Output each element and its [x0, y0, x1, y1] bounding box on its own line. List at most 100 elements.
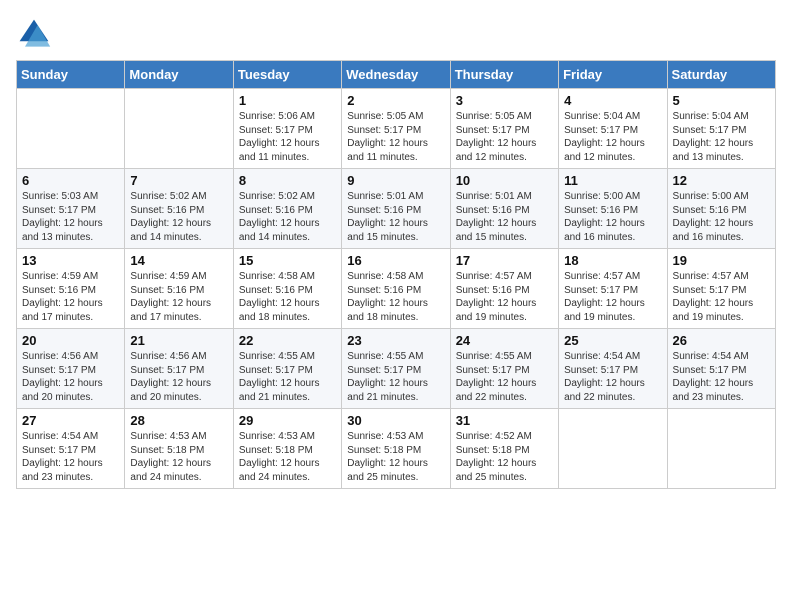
calendar-cell	[17, 89, 125, 169]
day-number: 20	[22, 333, 119, 348]
calendar-cell: 17 Sunrise: 4:57 AM Sunset: 5:16 PM Dayli…	[450, 249, 558, 329]
day-number: 2	[347, 93, 444, 108]
calendar-cell: 6 Sunrise: 5:03 AM Sunset: 5:17 PM Daylig…	[17, 169, 125, 249]
calendar-cell: 18 Sunrise: 4:57 AM Sunset: 5:17 PM Dayli…	[559, 249, 667, 329]
day-number: 17	[456, 253, 553, 268]
calendar-cell: 30 Sunrise: 4:53 AM Sunset: 5:18 PM Dayli…	[342, 409, 450, 489]
day-info: Sunrise: 4:52 AM Sunset: 5:18 PM Dayligh…	[456, 430, 553, 484]
calendar-cell: 8 Sunrise: 5:02 AM Sunset: 5:16 PM Daylig…	[233, 169, 341, 249]
calendar-cell: 26 Sunrise: 4:54 AM Sunset: 5:17 PM Dayli…	[667, 329, 775, 409]
calendar-cell: 9 Sunrise: 5:01 AM Sunset: 5:16 PM Daylig…	[342, 169, 450, 249]
weekday-header-monday: Monday	[125, 61, 233, 89]
day-number: 31	[456, 413, 553, 428]
calendar-cell: 3Sunrise: 5:05 AM Sunset: 5:17 PM Daylig…	[450, 89, 558, 169]
day-info: Sunrise: 4:56 AM Sunset: 5:17 PM Dayligh…	[130, 350, 227, 404]
day-info: Sunrise: 4:57 AM Sunset: 5:17 PM Dayligh…	[673, 270, 770, 324]
calendar-cell: 12 Sunrise: 5:00 AM Sunset: 5:16 PM Dayli…	[667, 169, 775, 249]
day-info: Sunrise: 4:57 AM Sunset: 5:16 PM Dayligh…	[456, 270, 553, 324]
weekday-header-sunday: Sunday	[17, 61, 125, 89]
calendar-body: 1 Sunrise: 5:06 AM Sunset: 5:17 PM Daylig…	[17, 89, 776, 489]
calendar-cell: 25 Sunrise: 4:54 AM Sunset: 5:17 PM Dayli…	[559, 329, 667, 409]
day-number: 26	[673, 333, 770, 348]
day-number: 30	[347, 413, 444, 428]
calendar-cell: 27 Sunrise: 4:54 AM Sunset: 5:17 PM Dayli…	[17, 409, 125, 489]
day-number: 23	[347, 333, 444, 348]
page-header	[16, 16, 776, 52]
calendar-cell: 23 Sunrise: 4:55 AM Sunset: 5:17 PM Dayli…	[342, 329, 450, 409]
calendar-cell: 13 Sunrise: 4:59 AM Sunset: 5:16 PM Dayli…	[17, 249, 125, 329]
day-number: 25	[564, 333, 661, 348]
day-number: 1	[239, 93, 336, 108]
weekday-header-tuesday: Tuesday	[233, 61, 341, 89]
calendar-week-4: 20 Sunrise: 4:56 AM Sunset: 5:17 PM Dayli…	[17, 329, 776, 409]
day-info: Sunrise: 5:03 AM Sunset: 5:17 PM Dayligh…	[22, 190, 119, 244]
calendar-cell	[125, 89, 233, 169]
day-number: 14	[130, 253, 227, 268]
day-info: Sunrise: 4:53 AM Sunset: 5:18 PM Dayligh…	[347, 430, 444, 484]
day-number: 29	[239, 413, 336, 428]
day-info: Sunrise: 5:00 AM Sunset: 5:16 PM Dayligh…	[673, 190, 770, 244]
day-number: 6	[22, 173, 119, 188]
day-info: Sunrise: 5:02 AM Sunset: 5:16 PM Dayligh…	[239, 190, 336, 244]
calendar-cell: 31 Sunrise: 4:52 AM Sunset: 5:18 PM Dayli…	[450, 409, 558, 489]
day-info: Sunrise: 4:59 AM Sunset: 5:16 PM Dayligh…	[22, 270, 119, 324]
day-number: 22	[239, 333, 336, 348]
calendar-cell: 21 Sunrise: 4:56 AM Sunset: 5:17 PM Dayli…	[125, 329, 233, 409]
calendar-cell: 7Sunrise: 5:02 AM Sunset: 5:16 PM Daylig…	[125, 169, 233, 249]
day-number: 27	[22, 413, 119, 428]
day-info: Sunrise: 5:01 AM Sunset: 5:16 PM Dayligh…	[456, 190, 553, 244]
day-info: Sunrise: 4:58 AM Sunset: 5:16 PM Dayligh…	[239, 270, 336, 324]
calendar-week-2: 6 Sunrise: 5:03 AM Sunset: 5:17 PM Daylig…	[17, 169, 776, 249]
calendar-cell: 24Sunrise: 4:55 AM Sunset: 5:17 PM Dayli…	[450, 329, 558, 409]
day-info: Sunrise: 5:06 AM Sunset: 5:17 PM Dayligh…	[239, 110, 336, 164]
weekday-header-friday: Friday	[559, 61, 667, 89]
calendar-cell	[667, 409, 775, 489]
day-number: 5	[673, 93, 770, 108]
calendar-cell: 29 Sunrise: 4:53 AM Sunset: 5:18 PM Dayli…	[233, 409, 341, 489]
day-number: 9	[347, 173, 444, 188]
day-info: Sunrise: 4:54 AM Sunset: 5:17 PM Dayligh…	[22, 430, 119, 484]
day-info: Sunrise: 5:00 AM Sunset: 5:16 PM Dayligh…	[564, 190, 661, 244]
logo-icon	[16, 16, 52, 52]
calendar-cell: 4 Sunrise: 5:04 AM Sunset: 5:17 PM Daylig…	[559, 89, 667, 169]
day-info: Sunrise: 4:59 AM Sunset: 5:16 PM Dayligh…	[130, 270, 227, 324]
day-info: Sunrise: 5:05 AM Sunset: 5:17 PM Dayligh…	[456, 110, 553, 164]
day-number: 19	[673, 253, 770, 268]
weekday-header-thursday: Thursday	[450, 61, 558, 89]
day-info: Sunrise: 4:54 AM Sunset: 5:17 PM Dayligh…	[564, 350, 661, 404]
day-info: Sunrise: 4:55 AM Sunset: 5:17 PM Dayligh…	[456, 350, 553, 404]
day-info: Sunrise: 4:53 AM Sunset: 5:18 PM Dayligh…	[130, 430, 227, 484]
day-number: 12	[673, 173, 770, 188]
day-number: 16	[347, 253, 444, 268]
calendar-cell: 10 Sunrise: 5:01 AM Sunset: 5:16 PM Dayli…	[450, 169, 558, 249]
day-number: 8	[239, 173, 336, 188]
day-number: 18	[564, 253, 661, 268]
calendar-week-5: 27 Sunrise: 4:54 AM Sunset: 5:17 PM Dayli…	[17, 409, 776, 489]
calendar-cell: 22Sunrise: 4:55 AM Sunset: 5:17 PM Dayli…	[233, 329, 341, 409]
day-number: 28	[130, 413, 227, 428]
day-info: Sunrise: 4:55 AM Sunset: 5:17 PM Dayligh…	[347, 350, 444, 404]
day-info: Sunrise: 4:56 AM Sunset: 5:17 PM Dayligh…	[22, 350, 119, 404]
day-number: 15	[239, 253, 336, 268]
calendar-cell: 11 Sunrise: 5:00 AM Sunset: 5:16 PM Dayli…	[559, 169, 667, 249]
calendar-week-1: 1 Sunrise: 5:06 AM Sunset: 5:17 PM Daylig…	[17, 89, 776, 169]
day-number: 10	[456, 173, 553, 188]
calendar-table: SundayMondayTuesdayWednesdayThursdayFrid…	[16, 60, 776, 489]
calendar-cell: 19 Sunrise: 4:57 AM Sunset: 5:17 PM Dayli…	[667, 249, 775, 329]
day-number: 4	[564, 93, 661, 108]
day-info: Sunrise: 4:53 AM Sunset: 5:18 PM Dayligh…	[239, 430, 336, 484]
calendar-header-row: SundayMondayTuesdayWednesdayThursdayFrid…	[17, 61, 776, 89]
day-info: Sunrise: 5:04 AM Sunset: 5:17 PM Dayligh…	[673, 110, 770, 164]
day-info: Sunrise: 4:57 AM Sunset: 5:17 PM Dayligh…	[564, 270, 661, 324]
day-info: Sunrise: 5:01 AM Sunset: 5:16 PM Dayligh…	[347, 190, 444, 244]
day-info: Sunrise: 4:54 AM Sunset: 5:17 PM Dayligh…	[673, 350, 770, 404]
day-number: 13	[22, 253, 119, 268]
calendar-cell: 14 Sunrise: 4:59 AM Sunset: 5:16 PM Dayli…	[125, 249, 233, 329]
day-info: Sunrise: 5:04 AM Sunset: 5:17 PM Dayligh…	[564, 110, 661, 164]
weekday-header-saturday: Saturday	[667, 61, 775, 89]
day-number: 21	[130, 333, 227, 348]
calendar-cell	[559, 409, 667, 489]
day-info: Sunrise: 5:05 AM Sunset: 5:17 PM Dayligh…	[347, 110, 444, 164]
day-number: 11	[564, 173, 661, 188]
calendar-cell: 20 Sunrise: 4:56 AM Sunset: 5:17 PM Dayli…	[17, 329, 125, 409]
